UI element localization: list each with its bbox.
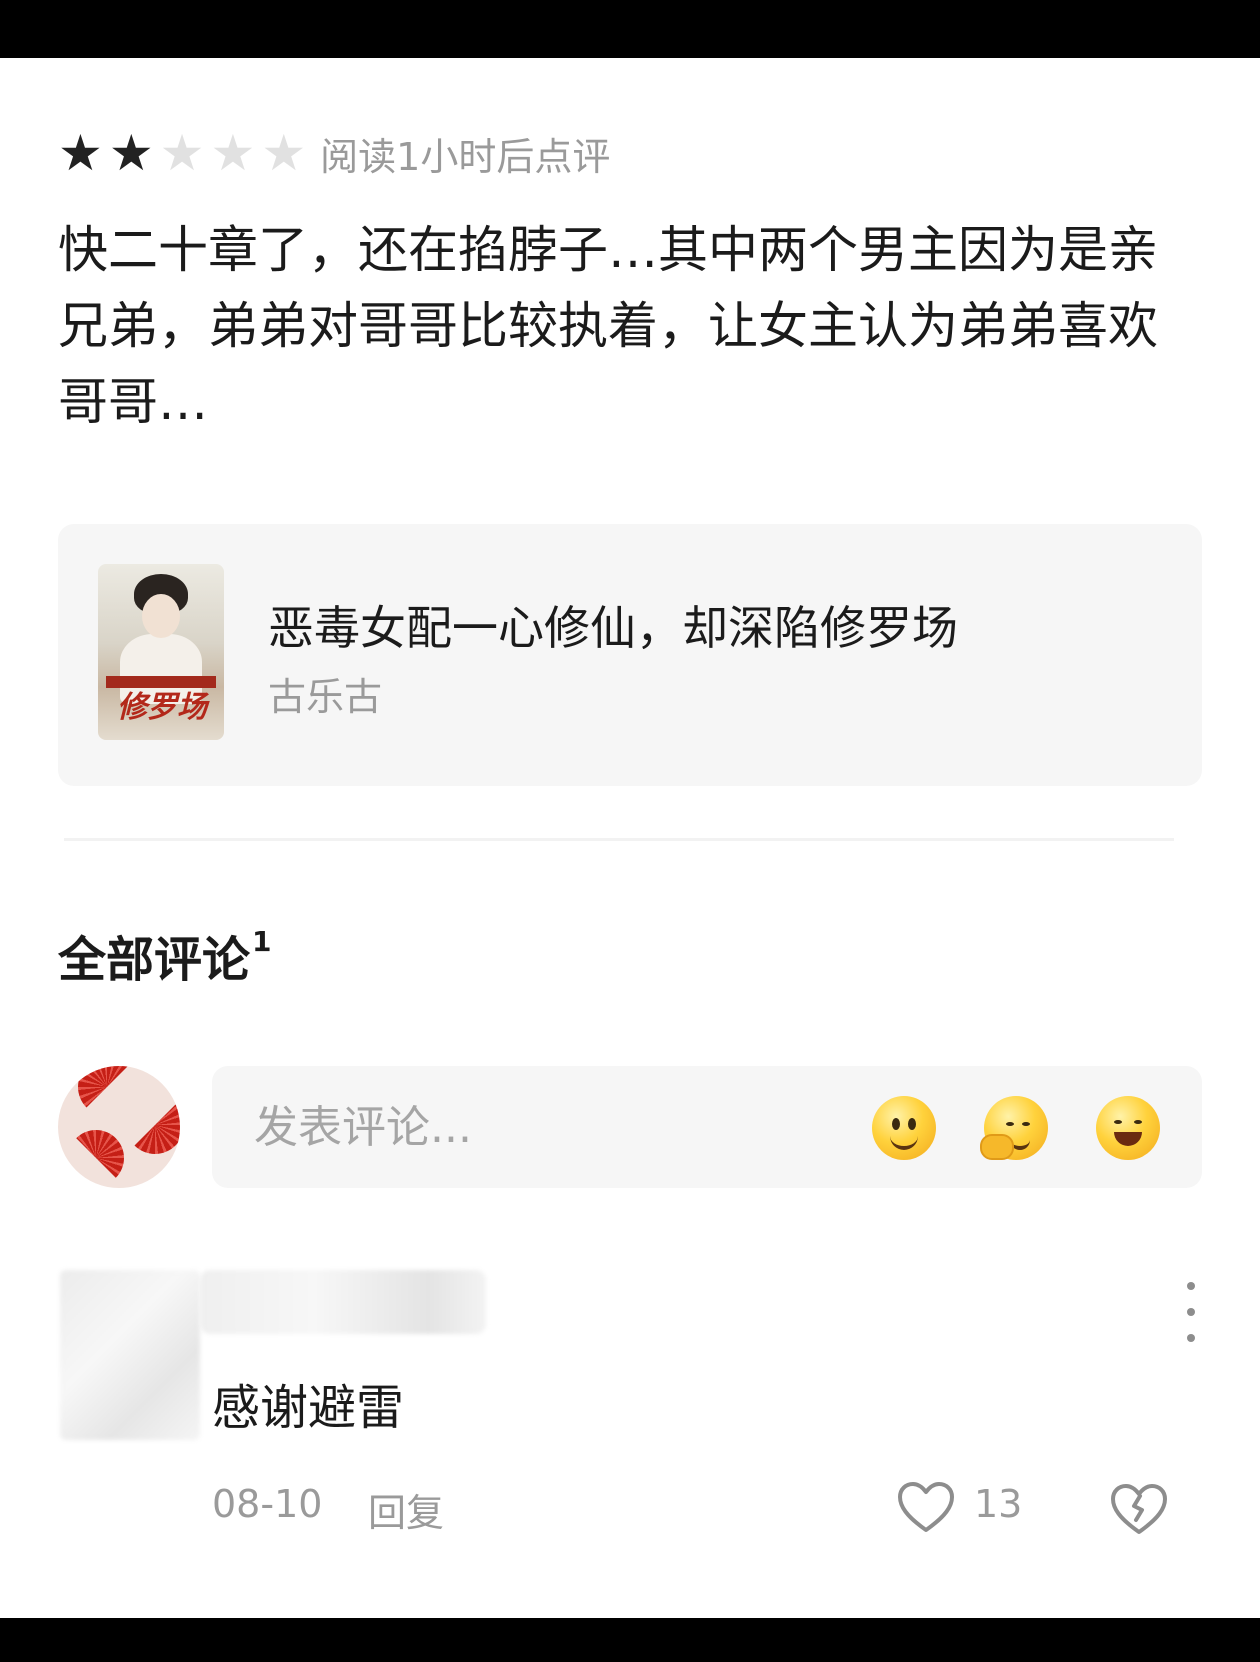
- book-title[interactable]: 恶毒女配一心修仙，却深陷修罗场: [268, 592, 958, 658]
- comments-heading: 全部评论1: [58, 920, 272, 990]
- star-empty-icon: ★: [159, 124, 205, 182]
- comment-input[interactable]: [252, 1090, 856, 1164]
- book-card[interactable]: 修罗场 恶毒女配一心修仙，却深陷修罗场 古乐古: [58, 524, 1202, 786]
- star-empty-icon: ★: [210, 124, 256, 182]
- star-filled-icon: ★: [108, 124, 154, 182]
- top-status-bar: [0, 0, 1260, 58]
- broken-heart-icon[interactable]: [1108, 1480, 1170, 1536]
- bottom-bar: [0, 1618, 1260, 1662]
- smile-emoji-icon[interactable]: [872, 1096, 936, 1160]
- star-filled-icon: ★: [58, 124, 103, 182]
- rating-note: 阅读1小时后点评: [320, 134, 611, 179]
- divider: [64, 838, 1174, 841]
- comment-text: 感谢避雷: [212, 1380, 405, 1436]
- grin-emoji-icon[interactable]: [1096, 1096, 1160, 1160]
- book-author[interactable]: 古乐古: [268, 666, 382, 721]
- fan-pattern: [68, 1130, 124, 1186]
- comment-date: 08-10: [212, 1482, 323, 1526]
- commenter-name-blurred[interactable]: [200, 1270, 486, 1334]
- rating-row: ★ ★ ★ ★ ★ 阅读1小时后点评: [58, 125, 610, 181]
- reply-button[interactable]: 回复: [368, 1482, 444, 1537]
- like-count: 13: [974, 1482, 1023, 1526]
- fan-pattern: [78, 1066, 136, 1116]
- user-avatar[interactable]: [58, 1066, 180, 1188]
- comment-input-box[interactable]: [212, 1066, 1202, 1188]
- heart-outline-icon[interactable]: [896, 1480, 956, 1534]
- review-text: 快二十章了，还在掐脖子…其中两个男主因为是亲兄弟，弟弟对哥哥比较执着，让女主认为…: [58, 221, 1158, 431]
- comments-count: 1: [252, 925, 272, 958]
- commenter-avatar-blurred[interactable]: [60, 1270, 200, 1440]
- book-cover[interactable]: 修罗场: [98, 564, 224, 740]
- shy-emoji-icon[interactable]: [980, 1096, 1048, 1160]
- more-vertical-icon[interactable]: [1176, 1282, 1206, 1342]
- star-empty-icon: ★: [261, 124, 307, 182]
- fan-pattern: [126, 1096, 180, 1154]
- book-cover-text: 修罗场: [117, 690, 207, 725]
- comments-heading-label: 全部评论: [58, 932, 251, 988]
